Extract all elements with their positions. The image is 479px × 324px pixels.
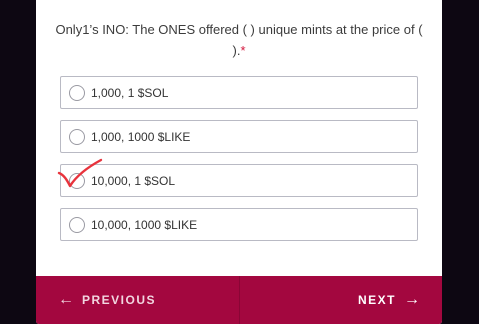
radio-button[interactable] bbox=[69, 172, 85, 189]
question-text: Only1’s INO: The ONES offered ( ) unique… bbox=[50, 19, 428, 61]
answer-option-4[interactable]: 10,000, 1000 $LIKE bbox=[60, 208, 418, 241]
answer-option-label: 10,000, 1 $SOL bbox=[91, 173, 176, 188]
navigation-footer: ← PREVIOUS NEXT → bbox=[36, 276, 442, 324]
answer-option-2[interactable]: 1,000, 1000 $LIKE bbox=[60, 120, 418, 153]
previous-button-label: PREVIOUS bbox=[82, 293, 157, 307]
previous-button[interactable]: ← PREVIOUS bbox=[36, 276, 240, 324]
arrow-left-icon: ← bbox=[58, 291, 74, 308]
arrow-right-icon: → bbox=[404, 291, 420, 308]
radio-button[interactable] bbox=[69, 128, 85, 145]
radio-button[interactable] bbox=[69, 84, 85, 101]
next-button[interactable]: NEXT → bbox=[240, 276, 443, 324]
answer-options: 1,000, 1 $SOL 1,000, 1000 $LIKE 10,000, … bbox=[57, 76, 418, 252]
quiz-card: Only1’s INO: The ONES offered ( ) unique… bbox=[36, 0, 442, 324]
required-asterisk: * bbox=[240, 43, 246, 58]
radio-button[interactable] bbox=[69, 216, 85, 233]
answer-option-1[interactable]: 1,000, 1 $SOL bbox=[60, 76, 418, 109]
question-label: Only1’s INO: The ONES offered ( ) unique… bbox=[55, 22, 423, 58]
answer-option-label: 1,000, 1000 $LIKE bbox=[91, 129, 191, 144]
answer-option-label: 1,000, 1 $SOL bbox=[91, 85, 169, 100]
next-button-label: NEXT bbox=[357, 293, 396, 307]
answer-option-label: 10,000, 1000 $LIKE bbox=[91, 217, 198, 232]
answer-option-3[interactable]: 10,000, 1 $SOL bbox=[57, 158, 418, 197]
